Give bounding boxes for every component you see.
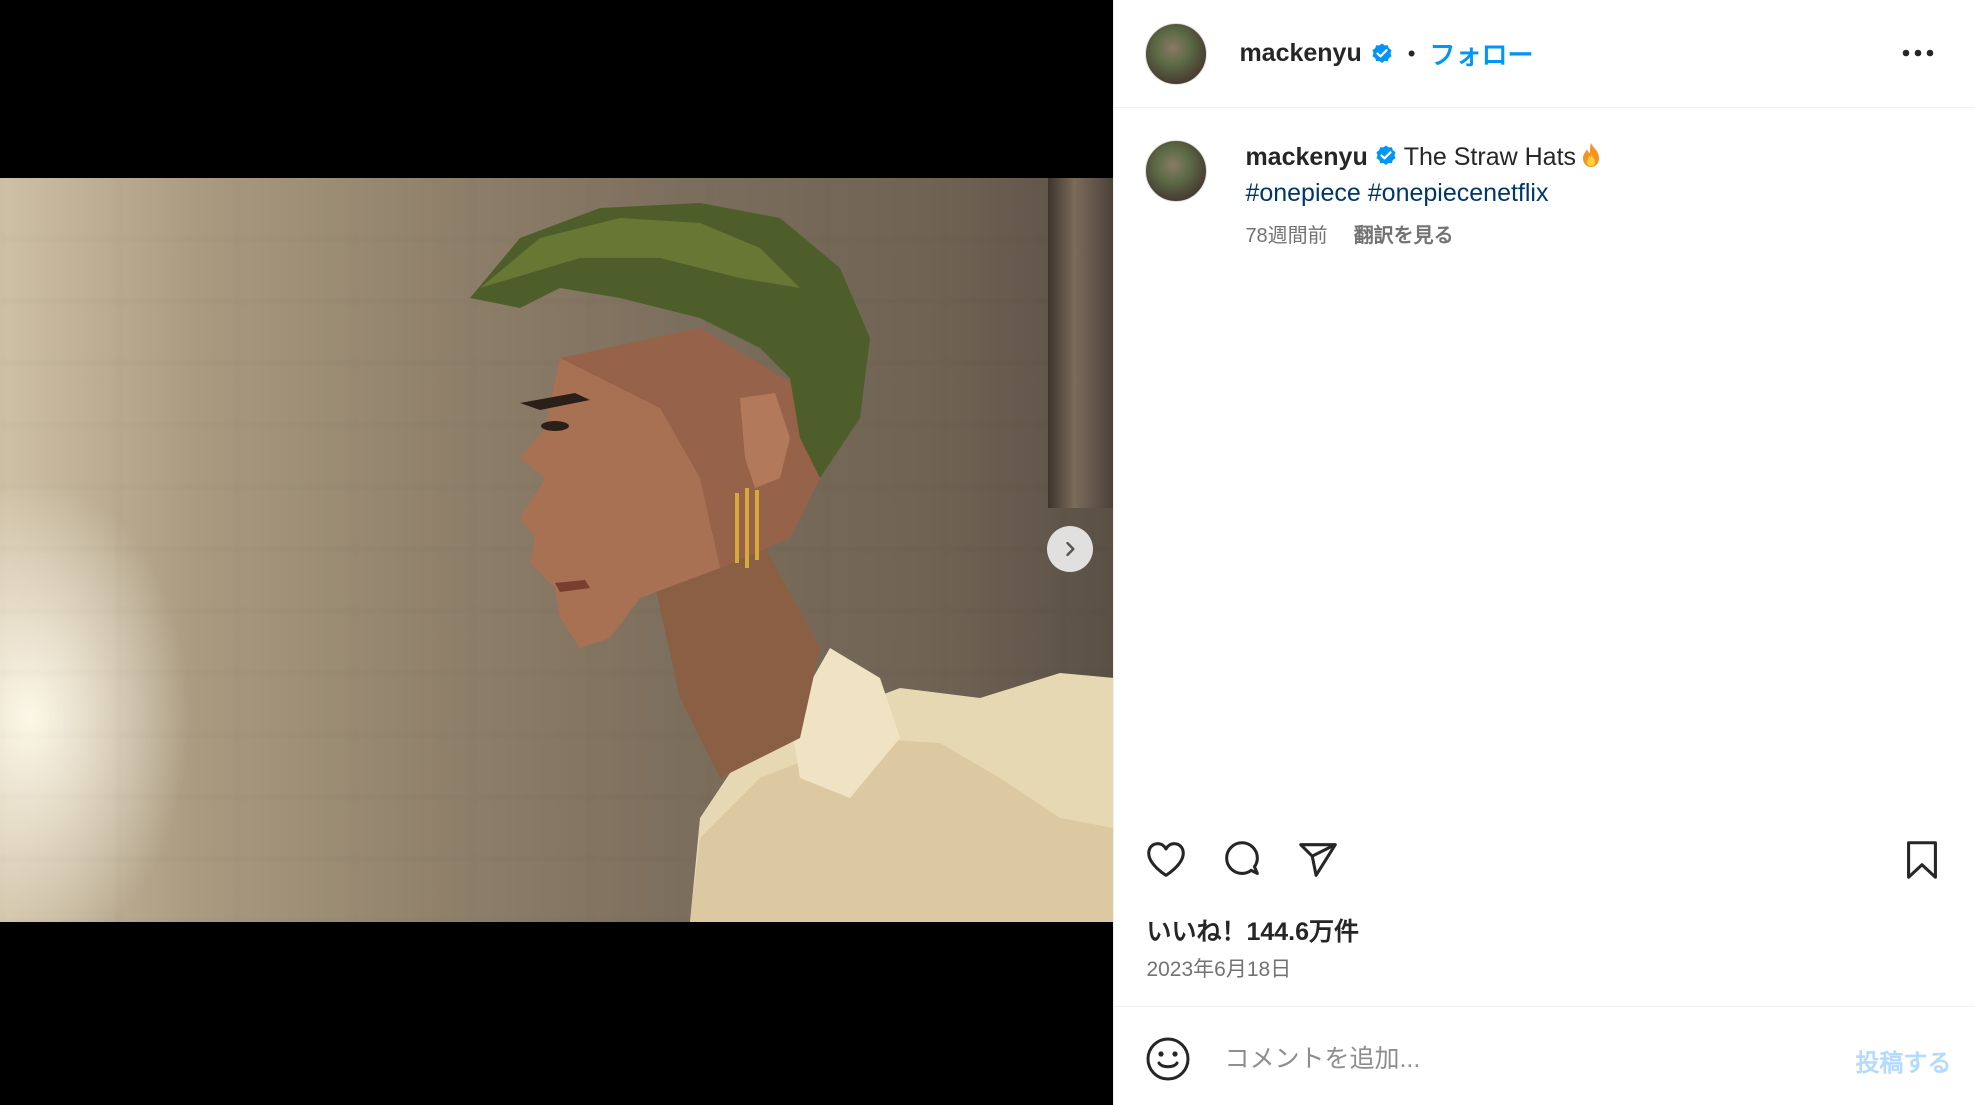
chevron-right-icon (1066, 541, 1075, 557)
fire-emoji-icon (1583, 143, 1600, 167)
comment-icon (1225, 841, 1260, 875)
post-date[interactable]: 2023年6月18日 (1146, 953, 1291, 983)
hashtag-link[interactable]: #onepiecenetflix (1368, 179, 1549, 207)
caption-line: mackenyu The Straw Hats (1245, 140, 1945, 175)
comment-button[interactable] (1218, 836, 1266, 884)
photo-subject (470, 203, 1114, 922)
post-photo (0, 178, 1114, 922)
verified-badge-icon (1376, 145, 1396, 166)
caption-hashtags: #onepiece #onepiecenetflix (1245, 175, 1945, 211)
verified-badge-icon (1372, 43, 1392, 63)
translate-link[interactable]: 翻訳を見る (1354, 219, 1454, 248)
post-comment-button[interactable]: 投稿する (1855, 1043, 1951, 1078)
media-pane (0, 0, 1114, 1105)
save-button[interactable] (1898, 836, 1946, 884)
share-icon (1299, 843, 1338, 877)
heart-icon (1147, 842, 1186, 877)
likes-count[interactable]: いいね！144.6万件 (1146, 912, 1359, 948)
hashtag-link[interactable]: #onepiece (1245, 179, 1360, 207)
caption-author-avatar[interactable] (1145, 140, 1208, 202)
bookmark-icon (1907, 841, 1938, 879)
caption-text: The Straw Hats (1403, 143, 1577, 171)
caption-meta: 78週間前 翻訳を見る (1245, 219, 1945, 248)
follow-button[interactable]: フォロー (1429, 35, 1533, 72)
comment-bar: 投稿する (1114, 1006, 1975, 1105)
like-button[interactable] (1142, 836, 1190, 884)
author-username[interactable]: mackenyu (1239, 39, 1361, 68)
action-bar (1114, 832, 1975, 884)
caption-body: mackenyu The Straw Hats #onepiece #onepi… (1245, 140, 1945, 248)
relative-time: 78週間前 (1245, 225, 1328, 247)
caption-author-username[interactable]: mackenyu (1245, 143, 1367, 171)
author-avatar[interactable] (1145, 22, 1208, 85)
more-horizontal-icon (1903, 49, 1934, 57)
more-options-button[interactable] (1901, 38, 1935, 68)
emoji-button[interactable] (1144, 1035, 1192, 1083)
post-header: mackenyu • フォロー (1114, 0, 1975, 108)
header-separator: • (1407, 40, 1416, 66)
share-button[interactable] (1294, 836, 1342, 884)
post-side-pane: mackenyu • フォロー mackenyu The Straw Hats … (1113, 0, 1975, 1105)
comment-input[interactable] (1222, 1035, 1787, 1083)
smiley-icon (1146, 1037, 1190, 1081)
instagram-post-dialog: mackenyu • フォロー mackenyu The Straw Hats … (0, 0, 1975, 1105)
carousel-next-button[interactable] (1047, 526, 1093, 572)
